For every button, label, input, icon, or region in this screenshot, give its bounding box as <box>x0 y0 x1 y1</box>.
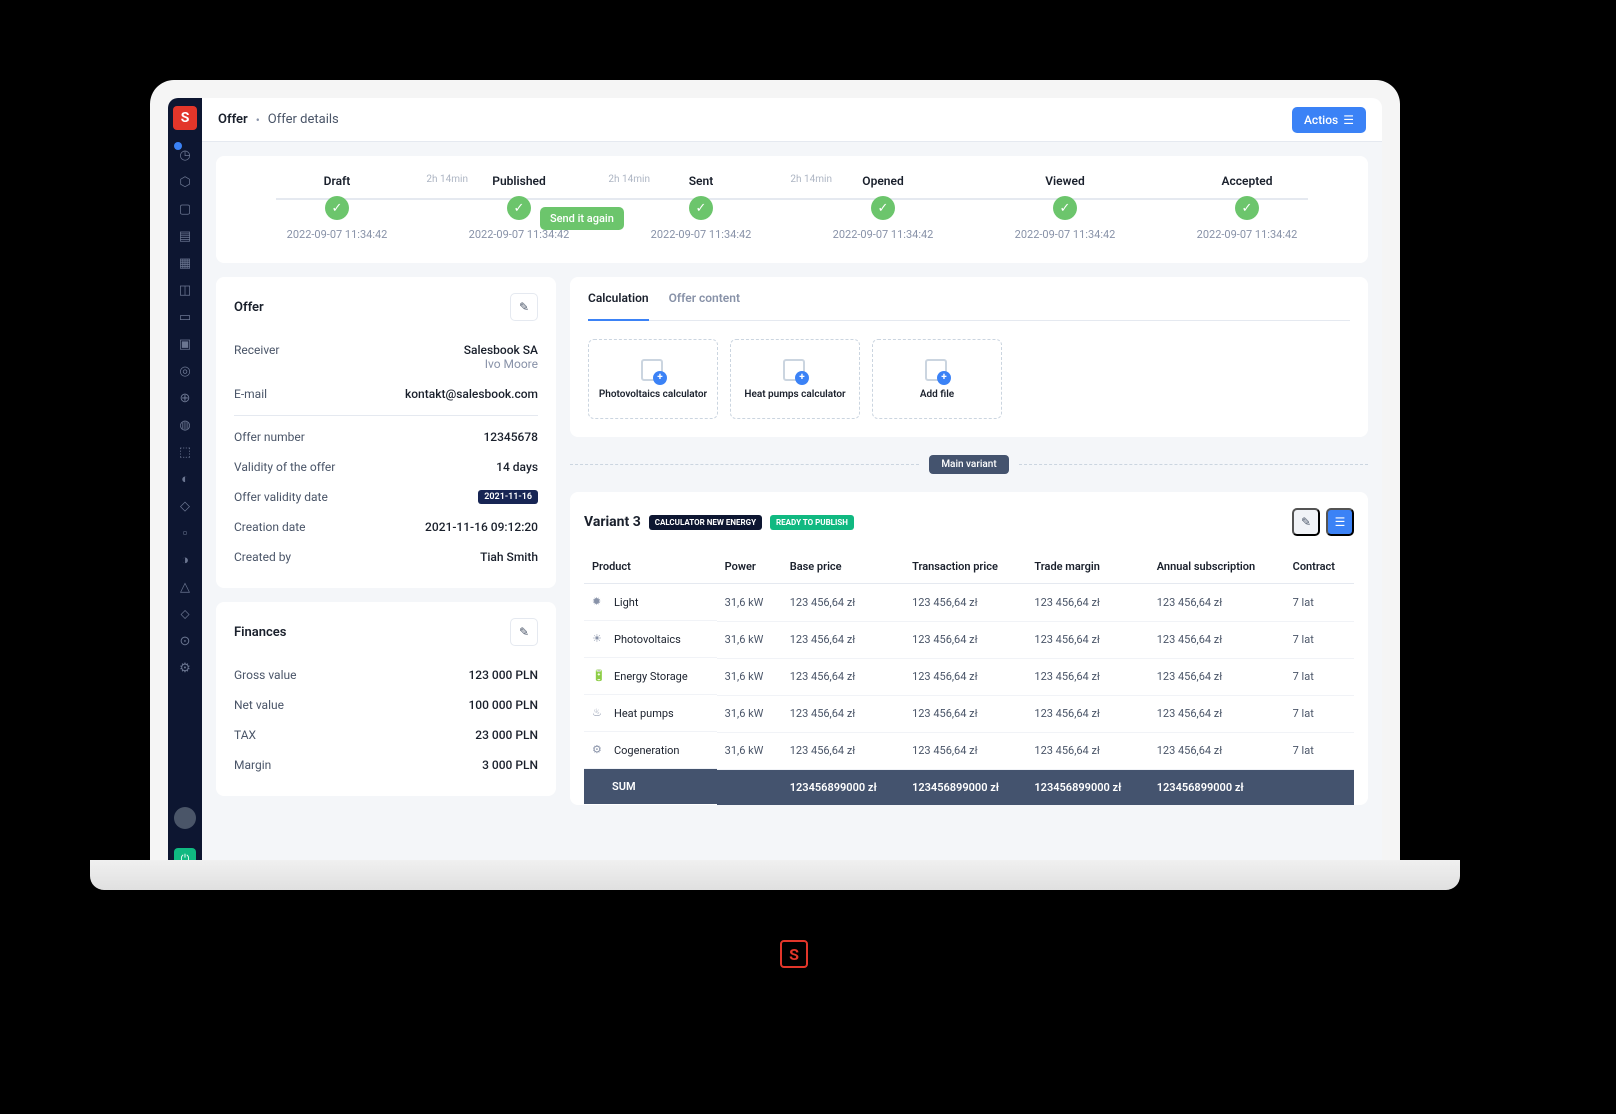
app-logo[interactable]: S <box>173 106 197 130</box>
tile-heat-pumps[interactable]: + Heat pumps calculator <box>730 339 860 419</box>
table-row: 🔋Energy Storage31,6 kW123 456,64 zł123 4… <box>584 658 1354 695</box>
tile-photovoltaics[interactable]: + Photovoltaics calculator <box>588 339 718 419</box>
plus-icon: + <box>937 371 951 385</box>
nav-icon-6[interactable]: ◫ <box>177 282 193 298</box>
product-icon: ☀ <box>592 632 606 646</box>
offer-timeline: Draft ✓ 2022-09-07 11:34:42 2h 14min Pub… <box>216 156 1368 263</box>
variant-menu-button[interactable]: ☰ <box>1326 508 1354 536</box>
timeline-step-viewed: Viewed ✓ 2022-09-07 11:34:42 <box>974 174 1156 241</box>
nav-icon-4[interactable]: ▤ <box>177 228 193 244</box>
user-avatar[interactable] <box>174 807 196 829</box>
nav-icon-7[interactable]: ▭ <box>177 309 193 325</box>
tab-calculation[interactable]: Calculation <box>588 277 649 321</box>
variant-table: Product Power Base price Transaction pri… <box>584 550 1354 805</box>
check-icon: ✓ <box>1235 196 1259 220</box>
edit-finances-button[interactable]: ✎ <box>510 618 538 646</box>
check-icon: ✓ <box>689 196 713 220</box>
main-variant-divider: Main variant <box>570 455 1368 474</box>
nav-icon-17[interactable]: △ <box>177 579 193 595</box>
offer-card-title: Offer <box>234 300 264 315</box>
tile-add-file[interactable]: + Add file <box>872 339 1002 419</box>
validity-date-badge: 2021-11-16 <box>478 490 538 504</box>
plus-icon: + <box>795 371 809 385</box>
plus-icon: + <box>653 371 667 385</box>
check-icon: ✓ <box>1053 196 1077 220</box>
tab-offer-content[interactable]: Offer content <box>669 277 740 320</box>
table-row: ☀Photovoltaics31,6 kW123 456,64 zł123 45… <box>584 621 1354 658</box>
timeline-step-opened: Opened ✓ 2022-09-07 11:34:42 <box>792 174 974 241</box>
menu-icon: ☰ <box>1343 113 1354 127</box>
check-icon: ✓ <box>871 196 895 220</box>
actions-button[interactable]: Actios☰ <box>1292 107 1366 133</box>
table-row: ⚙Cogeneration31,6 kW123 456,64 zł123 456… <box>584 732 1354 769</box>
variant-title: Variant 3 <box>584 514 641 530</box>
timeline-step-draft: Draft ✓ 2022-09-07 11:34:42 2h 14min <box>246 174 428 241</box>
breadcrumb-sep: • <box>256 113 260 127</box>
edit-offer-button[interactable]: ✎ <box>510 293 538 321</box>
product-icon: ✹ <box>592 595 606 609</box>
notification-dot <box>174 142 182 150</box>
brand-mark-icon: S <box>780 940 808 968</box>
product-icon: ⚙ <box>592 743 606 757</box>
nav-icon-16[interactable]: ◑ <box>177 552 193 568</box>
breadcrumb-root[interactable]: Offer <box>218 112 248 127</box>
check-icon: ✓ <box>507 196 531 220</box>
nav-icon-13[interactable]: ◐ <box>177 471 193 487</box>
nav-icon-19[interactable]: ⊙ <box>177 633 193 649</box>
sidebar: S ◷ ⬡ ▢ ▤ ▦ ◫ ▭ ▣ ◎ ⊕ ◍ ⬚ ◐ ◇ ▫ ◑ △ ⬦ ⊙ … <box>168 98 202 880</box>
topbar: Offer • Offer details Actios☰ <box>202 98 1382 142</box>
check-icon: ✓ <box>325 196 349 220</box>
finances-card: Finances ✎ Gross value123 000 PLN Net va… <box>216 602 556 796</box>
nav-icon-9[interactable]: ◎ <box>177 363 193 379</box>
product-icon: 🔋 <box>592 669 606 683</box>
nav-icon-11[interactable]: ◍ <box>177 417 193 433</box>
timeline-step-sent: Sent Send it again ✓ 2022-09-07 11:34:42… <box>610 174 792 241</box>
nav-icon-10[interactable]: ⊕ <box>177 390 193 406</box>
nav-icon-12[interactable]: ⬚ <box>177 444 193 460</box>
breadcrumb-page: Offer details <box>268 112 339 127</box>
edit-variant-button[interactable]: ✎ <box>1292 508 1320 536</box>
finances-card-title: Finances <box>234 625 287 640</box>
nav-icon-14[interactable]: ◇ <box>177 498 193 514</box>
nav-icon-8[interactable]: ▣ <box>177 336 193 352</box>
table-row: ✹Light31,6 kW123 456,64 zł123 456,64 zł1… <box>584 584 1354 622</box>
offer-card: Offer ✎ ReceiverSalesbook SAIvo Moore E-… <box>216 277 556 588</box>
nav-icon-2[interactable]: ⬡ <box>177 174 193 190</box>
timeline-step-accepted: Accepted ✓ 2022-09-07 11:34:42 <box>1156 174 1338 241</box>
ready-to-publish-badge: READY TO PUBLISH <box>770 515 854 530</box>
nav-icon-5[interactable]: ▦ <box>177 255 193 271</box>
calculator-badge: CALCULATOR NEW ENERGY <box>649 515 762 530</box>
table-row: ♨Heat pumps31,6 kW123 456,64 zł123 456,6… <box>584 695 1354 732</box>
nav-icon-3[interactable]: ▢ <box>177 201 193 217</box>
product-icon: ♨ <box>592 706 606 720</box>
variant-card: Variant 3 CALCULATOR NEW ENERGY READY TO… <box>570 492 1368 805</box>
nav-icon-15[interactable]: ▫ <box>177 525 193 541</box>
tabs-card: Calculation Offer content + Photovoltaic… <box>570 277 1368 437</box>
nav-icon-20[interactable]: ⚙ <box>177 660 193 676</box>
nav-icon-18[interactable]: ⬦ <box>177 606 193 622</box>
send-again-button[interactable]: Send it again <box>540 207 624 230</box>
sum-row: SUM 123456899000 zł 123456899000 zł 1234… <box>584 769 1354 805</box>
